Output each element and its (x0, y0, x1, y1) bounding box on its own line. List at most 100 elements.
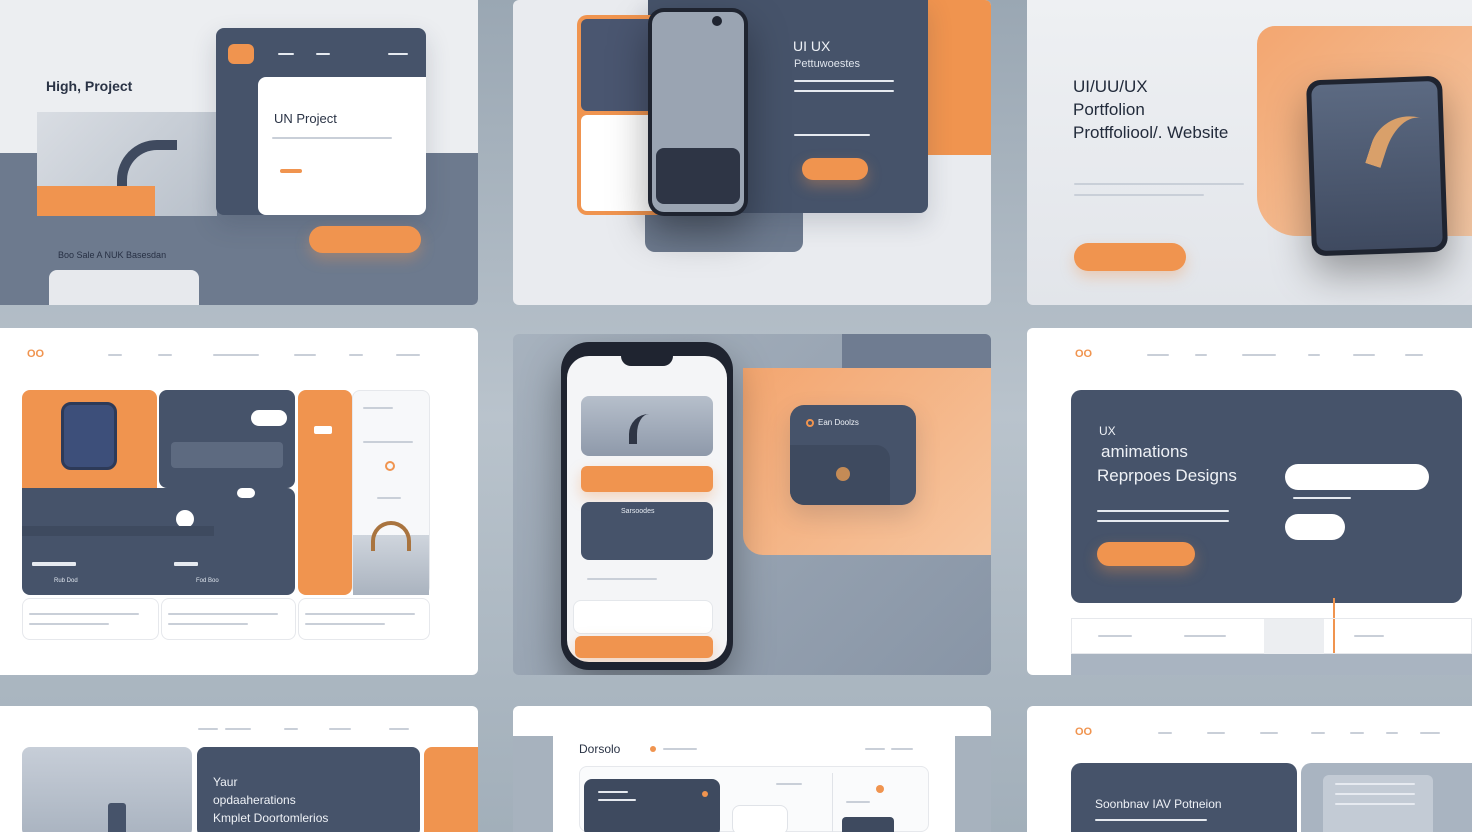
tile2-text-1 (794, 80, 894, 82)
tile4-caption1: Rub Dod (54, 578, 78, 584)
tile7-nav-5[interactable] (389, 728, 409, 730)
tile5-hero-bird (629, 414, 659, 444)
tile6-nav-3[interactable] (1242, 354, 1276, 356)
tile3-phone (1305, 75, 1449, 257)
tile1-nav-3[interactable] (388, 53, 408, 55)
tile-dashboard-grid: OO Rub Dod Fod Boo (0, 328, 478, 675)
tile8-nav-2[interactable] (891, 748, 913, 750)
tile9-nav-7[interactable] (1420, 732, 1440, 734)
tile5-list-card[interactable]: Sarsoodes (581, 502, 713, 560)
tile6-table-shade (1264, 619, 1324, 655)
tile5-card-icon (806, 419, 814, 427)
tile1-white-card: UN Project (258, 77, 426, 215)
tile6-secondary-button[interactable] (1285, 514, 1345, 540)
tile4-nav-5[interactable] (349, 354, 363, 356)
tile9-nav-6[interactable] (1386, 732, 1398, 734)
tile5-list-label: Sarsoodes (621, 508, 655, 515)
tile2-text-2 (794, 90, 894, 92)
tile2-phone-screen (652, 12, 744, 212)
tile6-cta-button[interactable] (1097, 542, 1195, 566)
tile8-dark-card[interactable] (584, 779, 720, 832)
tile4-list-line-3 (377, 497, 401, 499)
tile9-hero-panel: Soonbnav IAV Potneion (1071, 763, 1297, 832)
tile8-white-card[interactable] (732, 805, 788, 832)
tile4-card-tall[interactable] (298, 390, 352, 595)
tile6-logo[interactable]: OO (1075, 348, 1092, 360)
tile4-bar-2 (174, 562, 198, 566)
tile5-card-label: Ean Doolzs (818, 418, 859, 427)
tile5-hero-card[interactable] (581, 396, 713, 456)
tile3-phone-screen (1311, 80, 1443, 252)
tile5-white-card (573, 600, 713, 634)
tile6-table-cell-1 (1098, 635, 1132, 637)
tile6-nav-1[interactable] (1147, 354, 1169, 356)
tile4-toggle[interactable] (251, 410, 287, 426)
tile4-input-field[interactable] (171, 442, 283, 468)
tile8-right-text (846, 801, 870, 803)
tile3-cta-button[interactable] (1074, 243, 1186, 271)
tile7-nav-2[interactable] (225, 728, 251, 730)
tile2-phone (648, 8, 748, 216)
tile8-dark-text-1 (598, 791, 628, 793)
tile4-badge (237, 488, 255, 498)
tile1-nav-2[interactable] (316, 53, 330, 55)
tile9-logo[interactable]: OO (1075, 726, 1092, 738)
tile9-nav-3[interactable] (1260, 732, 1278, 734)
tile7-nav-1[interactable] (198, 728, 218, 730)
tile7-image-card (22, 747, 192, 832)
tile9-nav-4[interactable] (1311, 732, 1325, 734)
tile5-floating-card[interactable]: Ean Doolzs (790, 405, 916, 505)
tile7-nav-4[interactable] (329, 728, 351, 730)
tile4-footer-2 (161, 598, 296, 640)
tile9-nav-2[interactable] (1207, 732, 1225, 734)
tile8-nav-1[interactable] (865, 748, 885, 750)
tile9-slider-3[interactable] (1335, 803, 1415, 805)
tile5-card-dot (836, 467, 850, 481)
tile2-cta-button[interactable] (802, 158, 868, 180)
tile4-nav-4[interactable] (294, 354, 316, 356)
tile6-nav-6[interactable] (1405, 354, 1423, 356)
tile1-hero-image (37, 112, 217, 216)
tile5-orange-button[interactable] (581, 466, 713, 492)
tile6-nav-5[interactable] (1353, 354, 1375, 356)
tile9-nav-1[interactable] (1158, 732, 1172, 734)
tile5-bottom-button[interactable] (575, 636, 713, 658)
tile4-bag-image (353, 521, 429, 595)
tile-high-project: High, Project UN Project Boo Sale A NUK … (0, 0, 478, 305)
tile4-nav-3[interactable] (213, 354, 259, 356)
tile4-card-input (159, 390, 295, 488)
tile4-strip (22, 526, 214, 536)
tile5-list-text (587, 578, 657, 580)
tile4-device-image (61, 402, 117, 470)
tile1-bottom-card (49, 270, 199, 305)
tile6-search-input[interactable] (1285, 464, 1429, 490)
tile3-text-2 (1074, 194, 1204, 196)
tile9-nav-5[interactable] (1350, 732, 1364, 734)
tile4-nav-1[interactable] (108, 354, 122, 356)
tile1-nav-1[interactable] (278, 53, 294, 55)
tile7-hero-panel: Yaur opdaaherations Kmplet Doortomlerios (197, 747, 420, 832)
tile4-nav-6[interactable] (396, 354, 420, 356)
tile5-phone: Sarsoodes (561, 342, 733, 670)
tile9-slider-2[interactable] (1335, 793, 1415, 795)
tile4-nav-2[interactable] (158, 354, 172, 356)
tile6-nav-2[interactable] (1195, 354, 1207, 356)
tile6-hero-panel: UX amimations Reprpoes Designs (1071, 390, 1462, 603)
tile4-footer-1 (22, 598, 159, 640)
tile6-table-cell-2 (1184, 635, 1226, 637)
tile2-phone-notch (712, 16, 722, 26)
tile-operations: Yaur opdaaherations Kmplet Doortomlerios (0, 706, 478, 832)
tile4-bar-1 (32, 562, 76, 566)
tile-phone-cards: Ean Doolzs Sarsoodes (513, 334, 991, 675)
tile7-nav-3[interactable] (284, 728, 298, 730)
tile9-slider-1[interactable] (1335, 783, 1415, 785)
tile4-list-line-1 (363, 407, 393, 409)
tile6-nav-4[interactable] (1308, 354, 1320, 356)
tile6-text-1 (1097, 510, 1229, 512)
tile2-text-3 (794, 134, 870, 136)
tile1-cta-button[interactable] (309, 226, 421, 253)
tile4-logo[interactable]: OO (27, 348, 44, 360)
tile8-side-left (513, 736, 553, 832)
tile8-small-dark-card[interactable] (842, 817, 894, 832)
tile4-footer-1-text-2 (29, 623, 109, 625)
